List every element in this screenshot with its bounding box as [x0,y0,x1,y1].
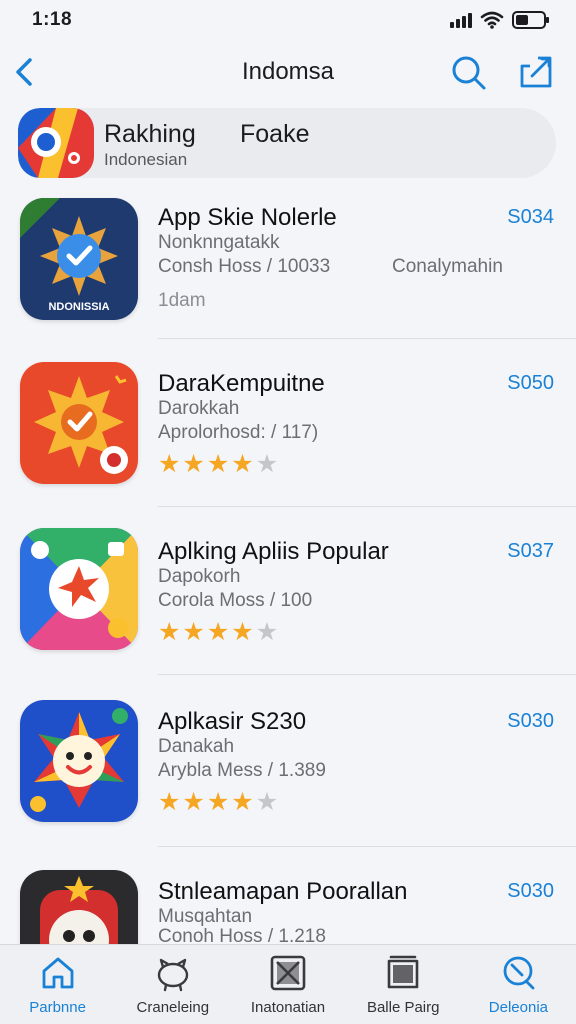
status-time: 1:18 [32,9,73,30]
home-icon [42,957,73,989]
star-filled-icon: ★ [158,450,181,478]
app-price-button[interactable]: S030 [507,880,554,903]
tab-label: Parbnne [29,999,86,1016]
app-name: DaraKempuitne [158,370,325,397]
star-filled-icon: ★ [158,618,181,646]
app-meta: Consh Hoss / 10033 [158,256,331,277]
star-empty-icon: ★ [255,450,279,478]
divider [158,506,576,507]
app-name: Stnleamapan Poorallan [158,878,408,905]
tab-balle-pairg[interactable]: Balle Pairg [346,945,461,1024]
back-chevron-icon[interactable] [6,52,42,92]
wifi-icon [480,11,504,29]
app-price-button[interactable]: S037 [507,540,554,563]
app-row[interactable]: Aplking Apliis Popular Dapokorh Corola M… [0,524,576,694]
app-developer: Dapokorh [158,566,241,587]
app-name: Aplkasir S230 [158,708,307,735]
app-developer: Musqahtan [158,906,253,927]
rating-stars: ★★★★★ [158,452,278,477]
star-empty-icon: ★ [255,618,279,646]
app-age: 1dam [158,290,206,311]
search-icon[interactable] [448,52,488,92]
star-empty-icon: ★ [255,788,279,816]
app-row[interactable]: Aplkasir S230 Danakah Arybla Mess / 1.38… [0,694,576,864]
tab-label: Balle Pairg [366,999,440,1016]
app-developer: Nonknngatakk [158,232,280,253]
category-subtitle: Indonesian [104,150,188,169]
tab-home[interactable]: Parbnne [0,945,115,1024]
star-filled-icon: ★ [182,788,205,816]
app-icon-badge-text: NDONISSIA [48,301,109,313]
category-logo-icon [18,108,94,178]
box-icon [270,955,306,991]
app-row[interactable]: DaraKempuitne Darokkah Aprolorhosd: / 11… [0,356,576,526]
star-filled-icon: ★ [182,618,205,646]
star-filled-icon: ★ [231,618,254,646]
app-name: Aplking Apliis Popular [158,538,389,565]
status-bar: 1:18 [0,0,576,40]
app-meta: Corola Moss / 100 [158,590,313,611]
app-name: App Skie Nolerle [158,204,337,231]
divider [158,338,576,339]
category-sort-label[interactable]: Foake [240,120,309,149]
app-price-button[interactable]: S034 [507,206,554,229]
share-icon[interactable] [516,52,556,92]
tab-bar: Parbnne Craneleing Inatonatian Balle Pai… [0,944,576,1024]
star-filled-icon: ★ [158,788,181,816]
category-text: Rakhing Foake Indonesian [104,108,556,178]
star-filled-icon: ★ [231,450,254,478]
tab-craneleing[interactable]: Craneleing [115,945,230,1024]
tab-label: Inatonatian [250,999,326,1016]
app-icon-sun-check[interactable] [20,362,138,484]
pig-icon [157,958,188,992]
divider [158,846,576,847]
app-row[interactable]: NDONISSIA App Skie Nolerle Nonknngatakk … [0,188,576,358]
tab-label: Craneleing [136,999,210,1016]
star-filled-icon: ★ [182,450,205,478]
signal-icon [450,12,472,28]
tab-label: Deleonia [488,999,549,1016]
category-title: Rakhing [104,120,196,148]
category-header[interactable]: Rakhing Foake Indonesian [18,108,556,178]
divider [158,674,576,675]
app-price-button[interactable]: S050 [507,372,554,395]
tab-inatonatian[interactable]: Inatonatian [230,945,345,1024]
app-developer: Danakah [158,736,235,757]
page-title: Indomsa [241,58,335,85]
app-meta: Aprolorhosd: / 117) [158,422,319,443]
app-icon-colorful-star[interactable] [20,528,138,650]
app-developer: Darokkah [158,398,240,419]
rating-stars: ★★★★★ [158,620,278,645]
search-icon [504,956,535,990]
nav-bar: Indomsa [0,44,576,100]
battery-icon [512,11,549,29]
status-icons [450,11,549,29]
star-filled-icon: ★ [206,450,230,478]
board-icon [387,955,419,989]
star-filled-icon: ★ [206,618,230,646]
app-extra-label: Conalymahin [392,256,503,277]
app-meta: Arybla Mess / 1.389 [158,760,326,781]
app-icon-verified-badge[interactable]: NDONISSIA [20,198,138,320]
tab-deleonia[interactable]: Deleonia [461,945,576,1024]
star-filled-icon: ★ [206,788,230,816]
star-filled-icon: ★ [231,788,254,816]
rating-stars: ★★★★★ [158,790,278,815]
app-price-button[interactable]: S030 [507,710,554,733]
app-icon-smiley-star[interactable] [20,700,138,822]
